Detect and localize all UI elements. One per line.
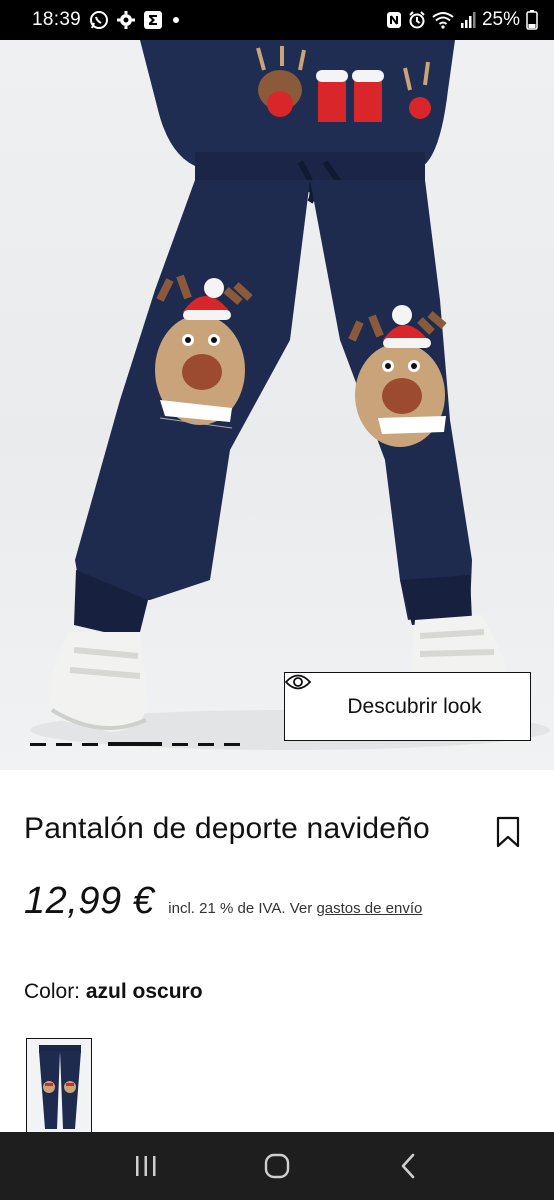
discover-look-label: Descubrir look	[347, 694, 482, 718]
carousel-dot[interactable]	[56, 742, 72, 746]
carousel-indicator	[30, 742, 240, 746]
product-photo-illustration	[30, 40, 550, 750]
carousel-dot[interactable]	[82, 742, 98, 746]
product-image[interactable]: Descubrir look	[0, 40, 554, 770]
tax-info: incl. 21 % de IVA. Ver gastos de envío	[168, 900, 422, 917]
color-value: azul oscuro	[85, 980, 203, 1003]
signal-icon	[460, 11, 476, 29]
whatsapp-icon	[89, 10, 109, 30]
home-icon[interactable]	[247, 1136, 307, 1196]
color-label: Color:	[24, 980, 86, 1003]
status-left: 18:39	[32, 9, 181, 31]
product-title: Pantalón de deporte navideño	[24, 812, 430, 845]
alarm-icon	[408, 11, 426, 29]
back-icon[interactable]	[378, 1136, 438, 1196]
dot-icon	[171, 15, 181, 25]
nfc-icon	[386, 11, 402, 29]
system-nav-bar	[0, 1132, 554, 1200]
shipping-costs-link[interactable]: gastos de envío	[316, 900, 422, 917]
discover-look-button[interactable]: Descubrir look	[284, 672, 531, 741]
wifi-icon	[432, 11, 454, 29]
recent-apps-icon[interactable]	[116, 1136, 176, 1196]
status-bar: 18:39 25%	[0, 0, 554, 40]
carousel-dot[interactable]	[198, 742, 214, 746]
carousel-dot-active[interactable]	[108, 742, 162, 746]
carousel-dot[interactable]	[30, 742, 46, 746]
bookmark-icon[interactable]	[496, 816, 520, 848]
status-time: 18:39	[32, 9, 82, 30]
swatch-thumbnail	[39, 1045, 81, 1129]
status-right: 25%	[386, 9, 538, 31]
battery-percent: 25%	[481, 9, 520, 30]
settings-icon	[117, 11, 136, 29]
price-row: 12,99 € incl. 21 % de IVA. Ver gastos de…	[24, 880, 422, 923]
tax-text: incl. 21 % de IVA. Ver	[168, 900, 317, 917]
battery-icon	[526, 10, 538, 30]
sigma-app-icon	[143, 10, 163, 30]
color-row: Color: azul oscuro	[24, 980, 203, 1004]
carousel-dot[interactable]	[172, 742, 188, 746]
product-price: 12,99 €	[24, 880, 155, 922]
carousel-dot[interactable]	[224, 742, 240, 746]
color-swatch-dark-blue[interactable]	[26, 1038, 92, 1134]
